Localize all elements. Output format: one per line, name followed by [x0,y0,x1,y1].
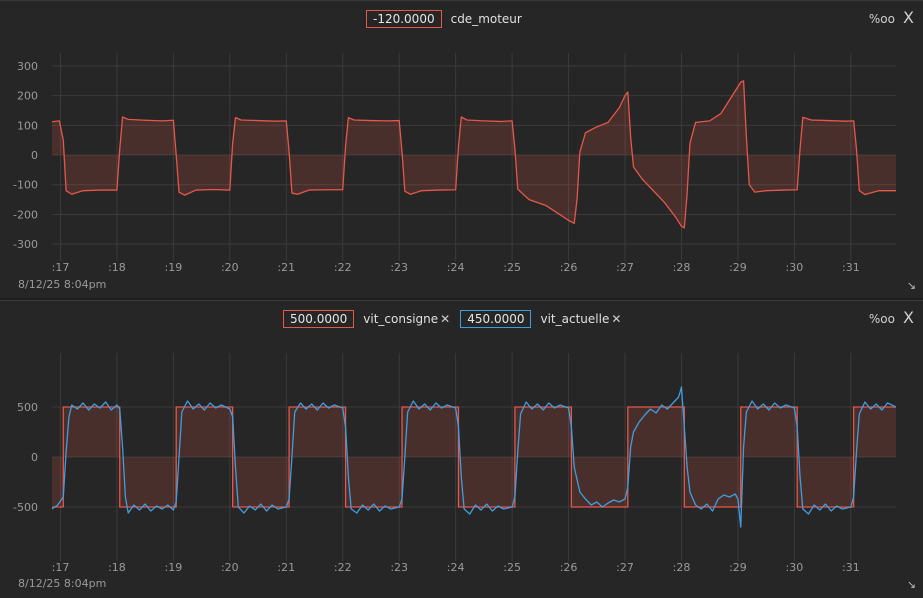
x-tick-label: :31 [842,561,860,574]
x-tick-label: :23 [390,261,408,274]
resize-handle-icon[interactable]: ↘ [907,578,916,591]
x-tick-label: :29 [729,561,747,574]
x-tick-label: :19 [165,261,183,274]
y-tick-label: 0 [31,149,38,162]
y-tick-label: -500 [13,501,38,514]
x-tick-label: :23 [390,561,408,574]
y-tick-label: -300 [13,238,38,251]
x-tick-label: :27 [616,261,634,274]
date-label: 8/12/25 8:04pm [18,577,107,590]
x-tick-label: :21 [277,261,295,274]
x-tick-label: :28 [673,561,691,574]
chart-area[interactable]: 500 0 -500 :17 :18 :19 :20 :21 :22 :23 :24 :25 :26 :2… [0,301,923,598]
series-area-cde_moteur [52,80,896,228]
resize-handle-icon[interactable]: ↘ [907,279,916,292]
x-tick-label: :31 [842,261,860,274]
x-tick-label: :22 [334,561,352,574]
x-tick-label: :26 [560,261,578,274]
y-tick-label: -200 [13,208,38,221]
x-tick-label: :28 [673,261,691,274]
x-tick-label: :25 [503,261,521,274]
x-tick-label: :27 [616,561,634,574]
y-tick-label: 200 [17,90,38,103]
x-tick-label: :30 [786,561,804,574]
date-label: 8/12/25 8:04pm [18,278,107,291]
y-tick-label: 300 [17,60,38,73]
x-tick-label: :17 [52,561,70,574]
x-tick-label: :20 [221,561,239,574]
chart-area[interactable]: 300 200 100 0 -100 -200 -300 :17 :18 :19 :20 :21 :22… [0,1,923,298]
y-tick-label: 100 [17,119,38,132]
x-tick-label: :25 [503,561,521,574]
x-tick-label: :24 [447,561,465,574]
x-tick-label: :18 [108,561,126,574]
x-tick-label: :19 [165,561,183,574]
y-tick-label: 0 [31,451,38,464]
chart-panel-cde-moteur: -120.0000 cde_moteur %oo X 300 200 100 0 -10… [0,0,923,298]
x-tick-label: :17 [52,261,70,274]
x-tick-label: :22 [334,261,352,274]
x-tick-label: :30 [786,261,804,274]
x-tick-label: :24 [447,261,465,274]
y-tick-label: 500 [17,401,38,414]
x-tick-label: :21 [277,561,295,574]
x-tick-label: :18 [108,261,126,274]
y-tick-label: -100 [13,179,38,192]
x-tick-label: :20 [221,261,239,274]
x-tick-label: :26 [560,561,578,574]
x-tick-label: :29 [729,261,747,274]
chart-panel-vitesse: 500.0000 vit_consigne ✕ 450.0000 vit_act… [0,300,923,598]
